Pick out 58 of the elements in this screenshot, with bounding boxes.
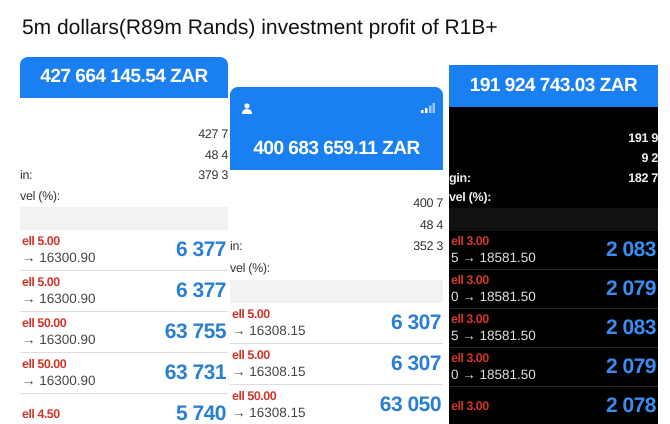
- price-text: 5 → 18581.50: [451, 326, 536, 344]
- account-label: vel (%):: [230, 260, 271, 277]
- trade-label: ell 3.00: [451, 312, 490, 326]
- price-text: 0 → 18581.50: [451, 366, 536, 384]
- account-value: 427 7: [198, 126, 228, 143]
- balance-amount: 191 924 743.03 ZAR: [470, 74, 638, 98]
- profit-value: 2 079: [606, 354, 656, 380]
- trade-label: ell 3.00: [451, 234, 490, 248]
- profit-value: 6 377: [176, 237, 226, 264]
- price-text: 5 → 18581.50: [451, 248, 536, 266]
- signal-icon: [421, 103, 435, 113]
- trade-label: ell 3.00: [451, 398, 489, 414]
- trade-label: ell 50.00: [22, 356, 68, 372]
- account-value: 48 4: [418, 216, 443, 234]
- profit-value: 6 377: [176, 278, 226, 304]
- profit-value: 2 083: [606, 315, 656, 342]
- person-icon: [242, 102, 252, 114]
- account-label: vel (%):: [449, 189, 492, 206]
- profit-value: 2 079: [606, 276, 656, 302]
- price-text: → 16308.15: [232, 322, 306, 340]
- trade-label: ell 5.00: [232, 348, 271, 362]
- account-value: 182 7: [628, 170, 658, 186]
- profit-value: 63 755: [164, 319, 226, 346]
- account-value: 191 9: [628, 130, 658, 147]
- trade-label: ell 4.50: [22, 406, 60, 422]
- price-text: → 16300.90: [22, 372, 96, 390]
- profit-value: 2 078: [606, 393, 656, 420]
- price-text: → 16300.90: [22, 248, 96, 266]
- trade-label: ell 3.00: [451, 350, 490, 366]
- account-label: gin:: [449, 170, 472, 187]
- account-label: vel (%):: [20, 188, 61, 205]
- price-text: → 16300.90: [22, 290, 96, 308]
- account-value: 48 4: [204, 146, 228, 164]
- profit-value: 63 050: [380, 392, 441, 418]
- profit-value: 6 307: [390, 351, 441, 378]
- price-text: → 16300.90: [22, 330, 96, 348]
- trade-label: ell 50.00: [232, 388, 278, 404]
- account-label: in:: [230, 238, 244, 255]
- profit-value: 5 740: [176, 401, 226, 424]
- trade-label: ell 5.00: [22, 274, 61, 290]
- price-text: → 16308.15: [232, 362, 306, 380]
- profit-value: 63 731: [164, 360, 226, 386]
- balance-amount: 400 683 659.11 ZAR: [253, 137, 420, 162]
- trade-label: ell 50.00: [22, 316, 68, 330]
- account-value: 9 2: [640, 150, 658, 167]
- trade-label: ell 3.00: [451, 272, 490, 288]
- post-caption: 5m dollars(R89m Rands) investment profit of R1B+: [22, 15, 498, 41]
- trade-label: ell 5.00: [22, 234, 61, 248]
- price-text: 0 → 18581.50: [451, 288, 536, 306]
- account-value: 352 3: [413, 238, 443, 255]
- account-value: 400 7: [413, 195, 443, 212]
- profit-value: 6 307: [390, 310, 441, 336]
- profit-value: 2 083: [606, 237, 656, 264]
- trade-label: ell 5.00: [232, 306, 271, 322]
- account-value: 379 3: [198, 167, 228, 184]
- balance-amount: 427 664 145.54 ZAR: [40, 65, 208, 90]
- price-text: → 16308.15: [232, 404, 306, 422]
- account-label: in:: [20, 167, 34, 184]
